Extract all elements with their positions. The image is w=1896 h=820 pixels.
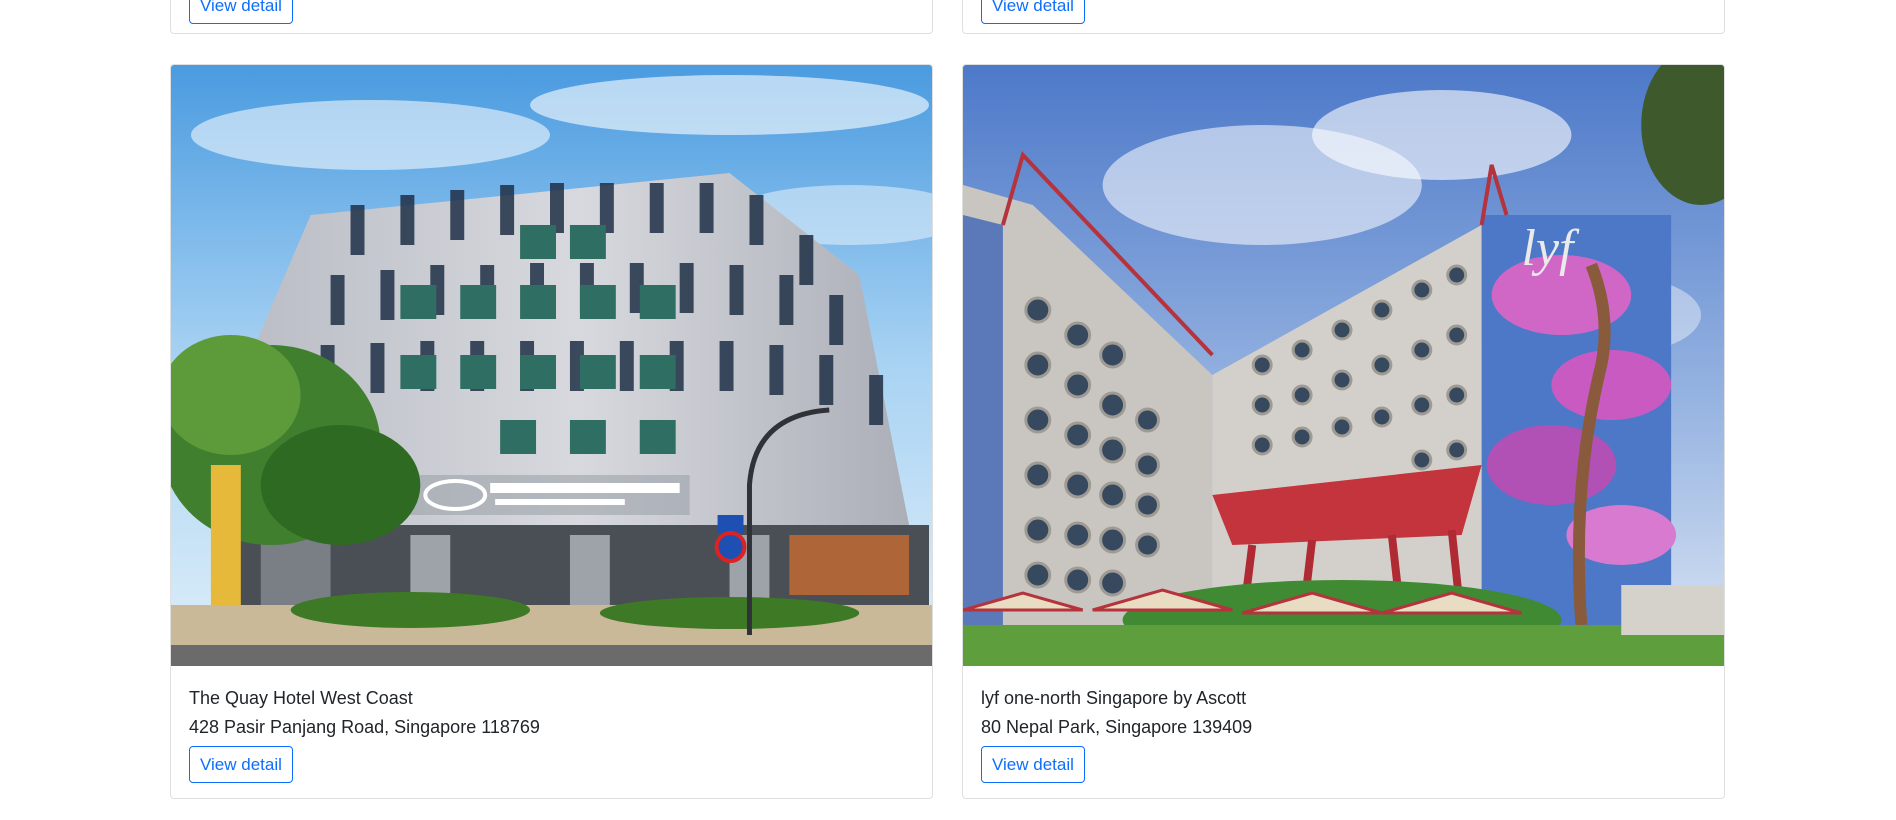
card-body: The Quay Hotel West Coast 428 Pasir Panj… (189, 684, 914, 783)
hotel-name: The Quay Hotel West Coast (189, 688, 413, 708)
hotel-list-page: View detail View detail The Quay Hotel W… (0, 0, 1896, 820)
hotel-card: The Quay Hotel West Coast 428 Pasir Panj… (170, 64, 933, 799)
hotel-photo: lyf (963, 65, 1724, 666)
hotel-address: 80 Nepal Park, Singapore 139409 (981, 717, 1253, 737)
svg-text:lyf: lyf (1522, 220, 1580, 277)
hotel-photo (171, 65, 932, 666)
view-detail-button[interactable]: View detail (189, 0, 293, 24)
hotel-address: 428 Pasir Panjang Road, Singapore 118769 (189, 717, 540, 737)
view-detail-button[interactable]: View detail (189, 746, 293, 783)
view-detail-button[interactable]: View detail (981, 746, 1085, 783)
hotel-card-partial: View detail (962, 0, 1725, 34)
hotel-card: lyf lyf one-north Singapore by Ascott 80… (962, 64, 1725, 799)
hotel-card-partial: View detail (170, 0, 933, 34)
view-detail-button[interactable]: View detail (981, 0, 1085, 24)
card-body: lyf one-north Singapore by Ascott 80 Nep… (981, 684, 1706, 783)
hotel-name: lyf one-north Singapore by Ascott (981, 688, 1247, 708)
